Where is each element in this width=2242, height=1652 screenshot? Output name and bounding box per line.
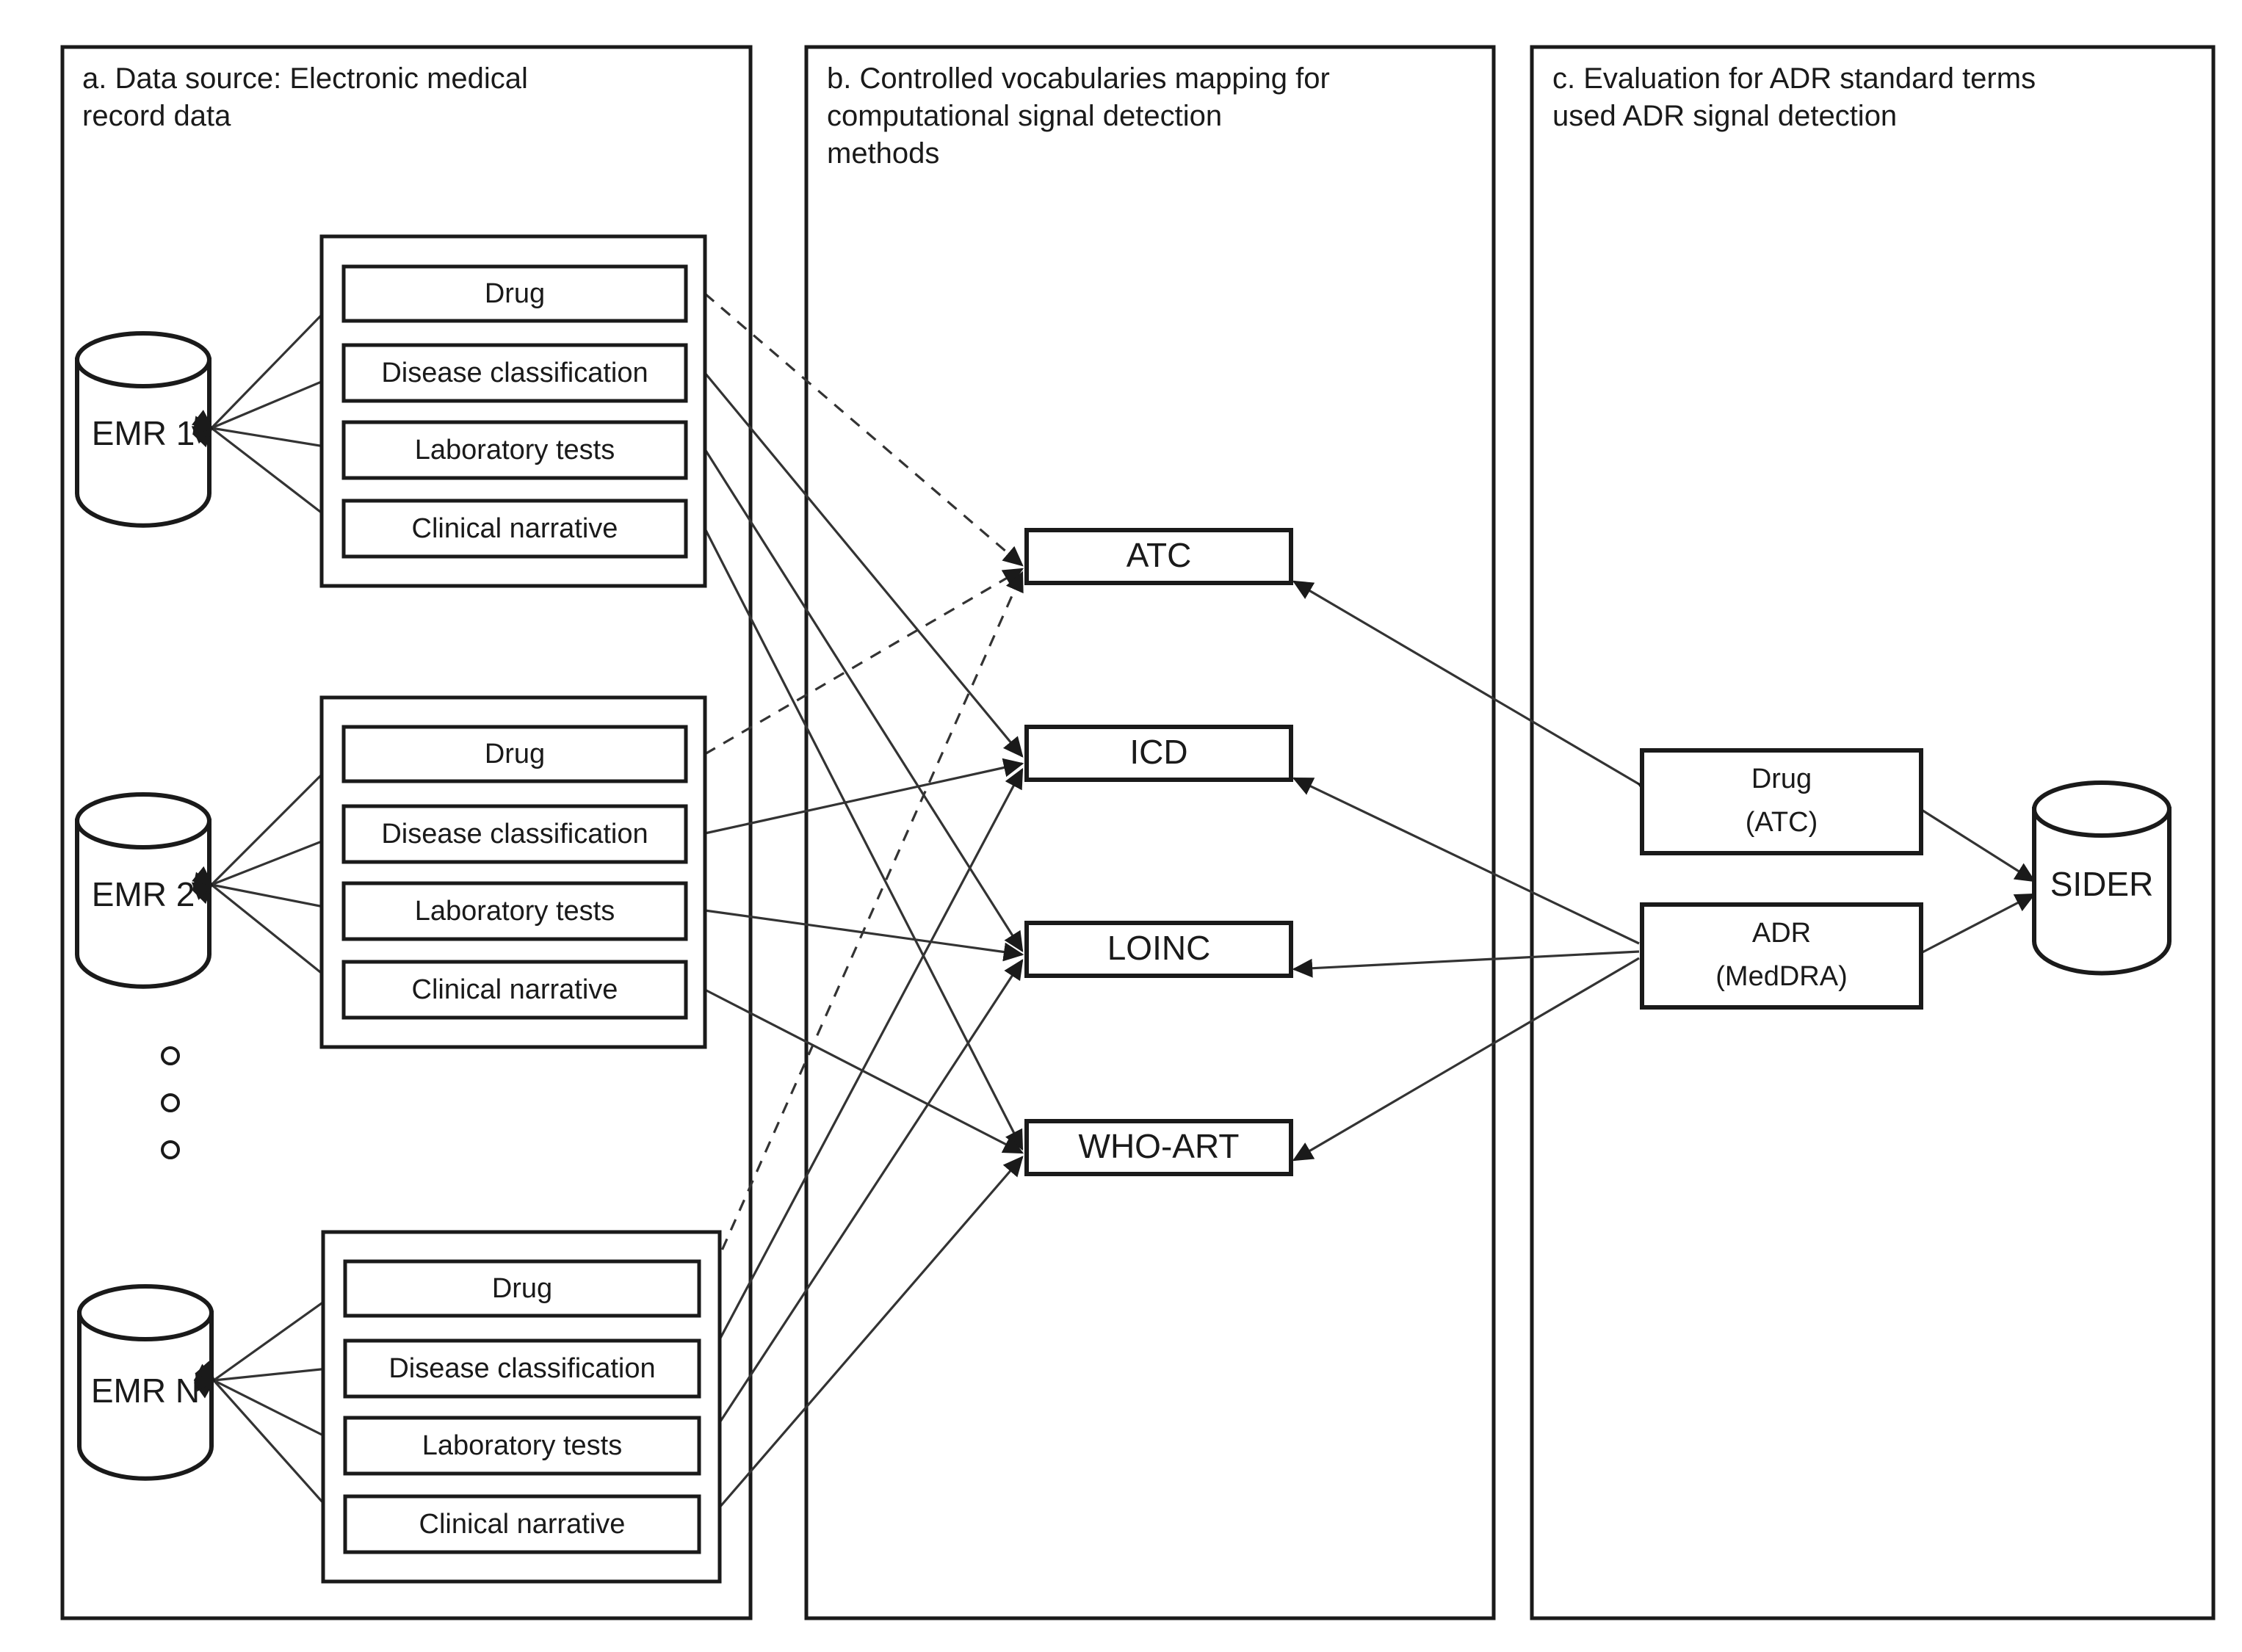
sider-label: SIDER: [2050, 865, 2154, 903]
emr-1-item-disease-label: Disease classification: [381, 358, 648, 388]
emr-2-label: EMR 2: [92, 875, 195, 913]
emr-1-item-narrative-label: Clinical narrative: [412, 513, 618, 544]
emr-1-database-cylinder: EMR 1: [75, 331, 211, 528]
term-label-adr-vocab: (MedDRA): [1715, 961, 1847, 992]
emr-n-item-narrative-label: Clinical narrative: [419, 1509, 626, 1540]
vocab-label-atc: ATC: [1127, 536, 1192, 574]
emr-n-item-disease-label: Disease classification: [388, 1353, 655, 1384]
sider-database-cylinder: SIDER: [2032, 780, 2172, 976]
figure-canvas: a. Data source: Electronic medical recor…: [0, 0, 2242, 1652]
emr-1-label: EMR 1: [92, 414, 195, 452]
panel-b-frame: [804, 45, 1496, 1620]
vocab-label-whoart: WHO-ART: [1079, 1127, 1240, 1165]
emr-2-item-drug-label: Drug: [485, 739, 545, 769]
term-label-drug: Drug: [1751, 764, 1812, 794]
vocab-label-icd: ICD: [1129, 733, 1187, 771]
emr-1-item-lab-label: Laboratory tests: [415, 435, 615, 465]
term-label-adr: ADR: [1752, 918, 1811, 949]
emr-n-item-drug-label: Drug: [492, 1273, 552, 1304]
emr-n-item-lab-label: Laboratory tests: [422, 1430, 622, 1461]
emr-2-item-disease-label: Disease classification: [381, 819, 648, 849]
emr-n-database-cylinder: EMR N: [77, 1284, 214, 1481]
emr-n-label: EMR N: [91, 1372, 200, 1410]
emr-2-item-lab-label: Laboratory tests: [415, 896, 615, 927]
adr-signal-detection-diagram: a. Data source: Electronic medical recor…: [60, 45, 2216, 1620]
term-label-drug-vocab: (ATC): [1746, 807, 1818, 838]
emr-2-item-narrative-label: Clinical narrative: [412, 974, 618, 1005]
emr-2-database-cylinder: EMR 2: [75, 792, 211, 989]
vocab-label-loinc: LOINC: [1107, 929, 1211, 967]
emr-1-item-drug-label: Drug: [485, 278, 545, 309]
